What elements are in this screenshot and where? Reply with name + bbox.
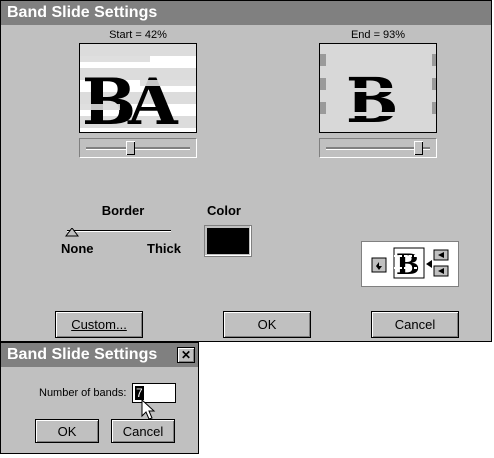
dialog-title: Band Slide Settings — [1, 1, 491, 25]
ok-button[interactable]: OK — [223, 311, 311, 338]
end-preview: B — [319, 43, 437, 133]
number-of-bands-dialog: Band Slide Settings ✕ Number of bands: 7… — [0, 342, 199, 454]
letter-a-glyph: A — [127, 65, 179, 133]
border-slider-thumb[interactable] — [65, 228, 79, 238]
start-slider[interactable] — [79, 138, 197, 158]
letter-b-glyph: B — [346, 64, 398, 133]
svg-text:B: B — [396, 248, 420, 281]
band-slide-settings-dialog: Band Slide Settings Start = 42% B A End … — [0, 0, 492, 342]
sub-ok-button-label: OK — [57, 423, 77, 439]
cancel-button[interactable]: Cancel — [371, 311, 459, 338]
close-icon: ✕ — [180, 348, 192, 362]
mouse-cursor-icon — [141, 399, 156, 420]
number-of-bands-value: 7 — [135, 386, 144, 400]
number-of-bands-label: Number of bands: — [39, 387, 127, 399]
sub-dialog-title: Band Slide Settings — [1, 343, 198, 367]
border-min-label: None — [61, 241, 94, 256]
border-max-label: Thick — [147, 241, 181, 256]
cancel-button-label: Cancel — [394, 317, 436, 332]
custom-button[interactable]: Custom... — [55, 311, 143, 338]
ok-button-label: OK — [257, 317, 277, 332]
end-preview-image: B — [320, 44, 436, 133]
close-button[interactable]: ✕ — [177, 347, 195, 363]
direction-diagram-icon: B — [371, 247, 449, 281]
color-swatch[interactable] — [204, 225, 252, 257]
sub-cancel-button[interactable]: Cancel — [111, 419, 175, 443]
color-swatch-fill — [207, 228, 249, 254]
end-slider[interactable] — [319, 138, 437, 158]
start-label: Start = 42% — [109, 29, 167, 41]
end-label: End = 93% — [350, 29, 406, 41]
direction-control[interactable]: B — [361, 241, 459, 287]
start-preview-image: B A — [80, 44, 196, 133]
border-label: Border — [101, 203, 145, 218]
sub-cancel-button-label: Cancel — [122, 423, 164, 439]
end-slider-thumb[interactable] — [414, 141, 424, 155]
start-slider-thumb[interactable] — [125, 141, 135, 155]
sub-ok-button[interactable]: OK — [35, 419, 99, 443]
start-preview: B A — [79, 43, 197, 133]
custom-button-label: Custom... — [71, 317, 127, 332]
color-label: Color — [207, 203, 241, 218]
